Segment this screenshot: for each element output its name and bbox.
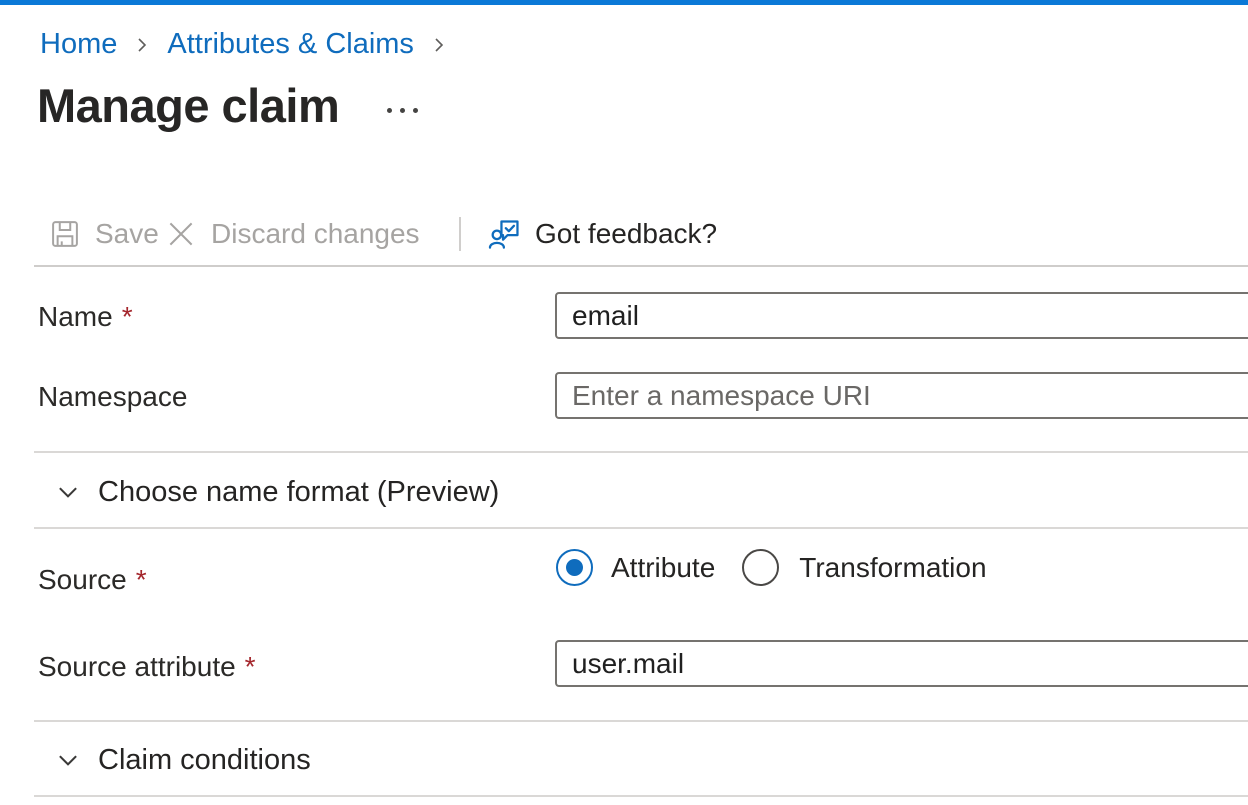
namespace-input[interactable] [555, 372, 1248, 419]
radio-attribute[interactable] [556, 549, 593, 586]
chevron-down-icon [55, 747, 81, 773]
top-accent-bar [0, 0, 1248, 5]
radio-transformation[interactable] [742, 549, 779, 586]
breadcrumb: Home Attributes & Claims [40, 28, 449, 61]
source-label: Source* [38, 564, 147, 596]
save-button[interactable]: Save [48, 212, 159, 256]
chevron-right-icon [429, 35, 449, 55]
got-feedback-button[interactable]: Got feedback? [488, 212, 717, 256]
source-radio-group: Attribute Transformation [556, 549, 987, 586]
manage-claim-page: Home Attributes & Claims Manage claim [0, 0, 1248, 805]
section-divider [34, 451, 1248, 453]
save-icon [48, 217, 82, 251]
claim-conditions-label: Claim conditions [98, 744, 311, 777]
section-claim-conditions[interactable]: Claim conditions [55, 739, 311, 781]
more-menu-icon[interactable] [387, 108, 418, 113]
feedback-icon [488, 217, 522, 251]
section-divider [34, 720, 1248, 722]
section-divider [34, 795, 1248, 797]
namespace-label: Namespace [38, 381, 187, 413]
source-attribute-label: Source attribute* [38, 651, 256, 683]
chevron-right-icon [132, 35, 152, 55]
chevron-down-icon [55, 479, 81, 505]
close-icon [164, 217, 198, 251]
command-bar: Save Discard changes [0, 212, 1248, 256]
discard-changes-button[interactable]: Discard changes [164, 212, 420, 256]
required-marker: * [245, 651, 256, 682]
section-choose-name-format[interactable]: Choose name format (Preview) [55, 471, 499, 513]
breadcrumb-home[interactable]: Home [40, 28, 117, 61]
radio-transformation-label[interactable]: Transformation [799, 552, 986, 584]
breadcrumb-attributes-claims[interactable]: Attributes & Claims [167, 28, 414, 61]
radio-attribute-label[interactable]: Attribute [611, 552, 715, 584]
name-label: Name* [38, 301, 133, 333]
discard-changes-label: Discard changes [211, 218, 420, 250]
choose-name-format-label: Choose name format (Preview) [98, 476, 499, 509]
source-attribute-input[interactable] [555, 640, 1248, 687]
page-title: Manage claim [37, 80, 339, 132]
save-button-label: Save [95, 218, 159, 250]
toolbar-separator [459, 217, 461, 251]
required-marker: * [122, 301, 133, 332]
title-row: Manage claim [37, 80, 418, 132]
section-divider [34, 527, 1248, 529]
required-marker: * [136, 564, 147, 595]
toolbar-divider [34, 265, 1248, 267]
got-feedback-label: Got feedback? [535, 218, 717, 250]
name-input[interactable] [555, 292, 1248, 339]
